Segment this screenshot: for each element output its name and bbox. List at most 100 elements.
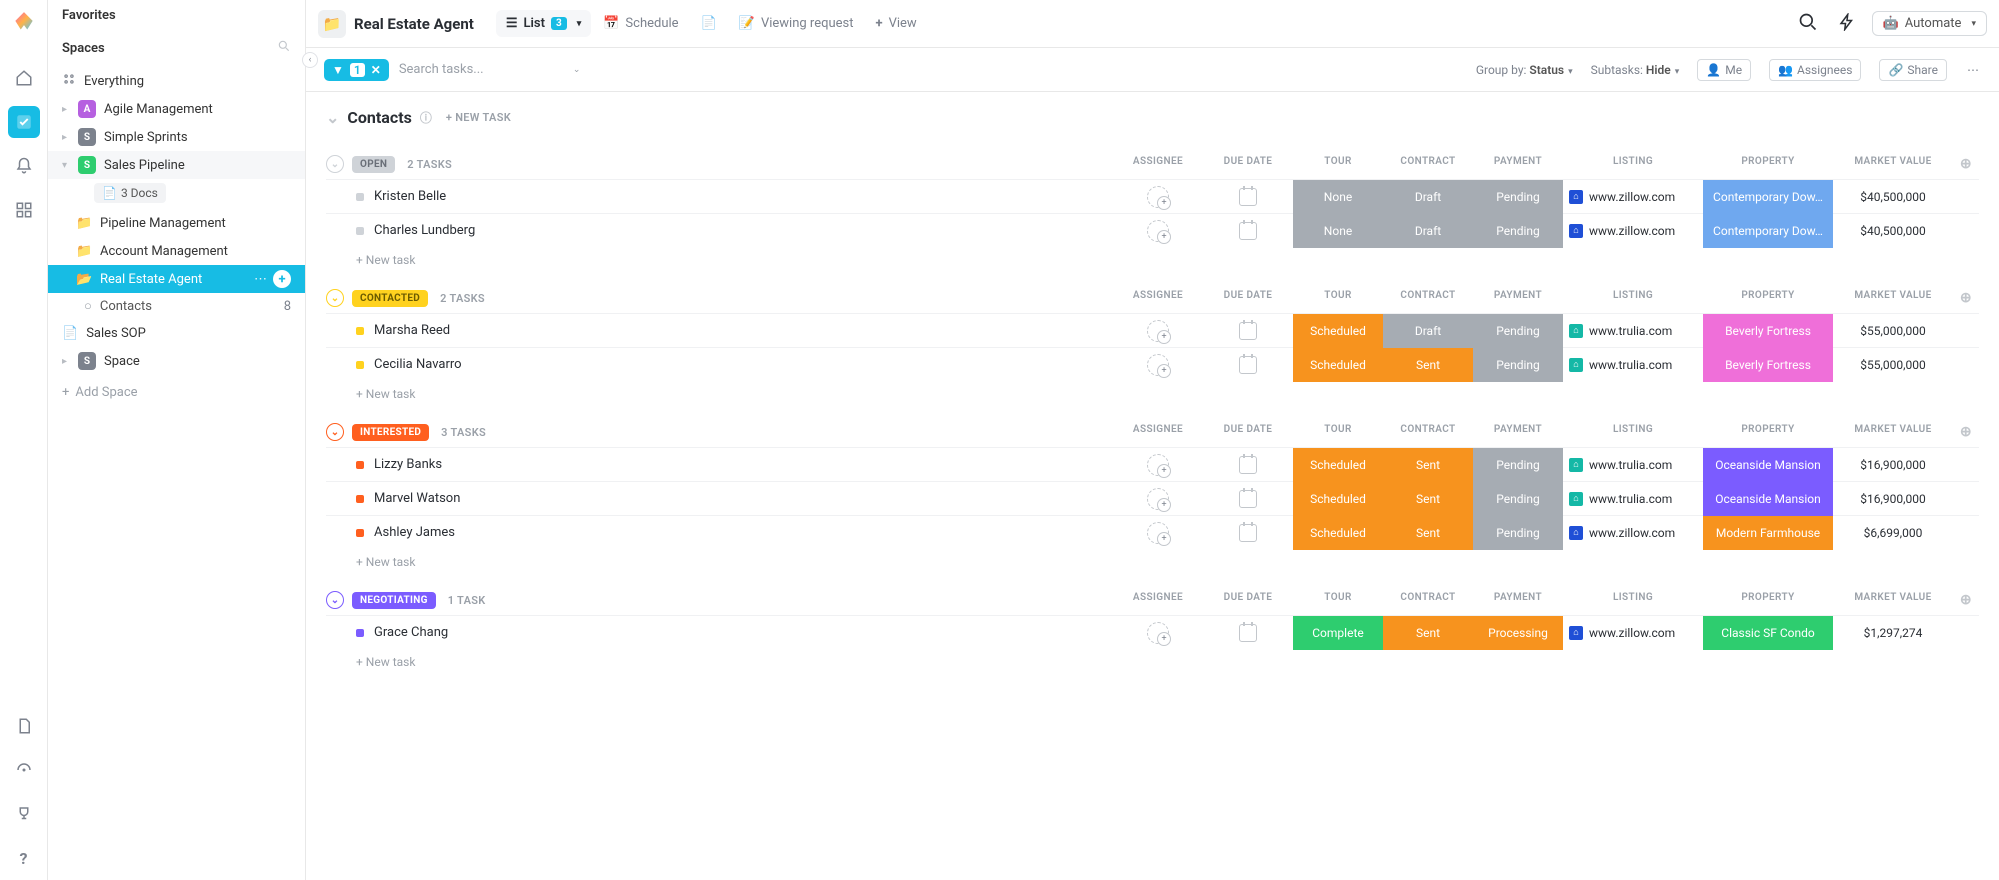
cell-assignee[interactable] <box>1113 516 1203 550</box>
apps-icon[interactable] <box>8 194 40 226</box>
app-logo[interactable] <box>11 10 37 36</box>
add-column-button[interactable]: ⊕ <box>1953 592 1979 608</box>
favorites-section[interactable]: Favorites <box>48 0 305 31</box>
cell-contract[interactable]: Sent <box>1383 448 1473 482</box>
task-row[interactable]: Lizzy Banks Scheduled Sent Pending ⌂www.… <box>326 447 1979 481</box>
tasks-icon[interactable] <box>8 106 40 138</box>
calendar-icon[interactable] <box>1239 356 1257 374</box>
task-name[interactable]: Charles Lundberg <box>374 223 475 238</box>
cell-payment[interactable]: Pending <box>1473 180 1563 214</box>
cell-payment[interactable]: Pending <box>1473 314 1563 348</box>
sidebar-folder-realestate[interactable]: 📂 Real Estate Agent ⋯ + <box>48 265 305 293</box>
group-toggle[interactable]: ⌄ <box>326 423 344 441</box>
cell-listing[interactable]: ⌂www.zillow.com <box>1563 616 1703 650</box>
calendar-icon[interactable] <box>1239 188 1257 206</box>
assignee-placeholder-icon[interactable] <box>1147 522 1169 544</box>
cell-contract[interactable]: Sent <box>1383 348 1473 382</box>
calendar-icon[interactable] <box>1239 490 1257 508</box>
new-task-row[interactable]: + New task <box>326 381 1979 407</box>
status-pill[interactable]: NEGOTIATING <box>352 592 436 609</box>
cell-tour[interactable]: None <box>1293 214 1383 248</box>
add-icon[interactable]: + <box>273 270 291 288</box>
cell-value[interactable]: $55,000,000 <box>1833 314 1953 348</box>
cell-payment[interactable]: Pending <box>1473 448 1563 482</box>
add-column-button[interactable]: ⊕ <box>1953 290 1979 306</box>
new-task-button[interactable]: + NEW TASK <box>446 111 511 124</box>
trophy-icon[interactable] <box>8 798 40 830</box>
cell-due[interactable] <box>1203 348 1293 382</box>
cell-due[interactable] <box>1203 214 1293 248</box>
assignees-button[interactable]: 👥Assignees <box>1769 59 1861 81</box>
view-tab-doc[interactable]: 📄 <box>691 10 727 37</box>
cell-contract[interactable]: Sent <box>1383 516 1473 550</box>
bolt-icon[interactable] <box>1834 9 1860 39</box>
task-name[interactable]: Ashley James <box>374 525 455 540</box>
pulse-icon[interactable] <box>8 754 40 786</box>
cell-payment[interactable]: Pending <box>1473 482 1563 516</box>
notifications-icon[interactable] <box>8 150 40 182</box>
info-icon[interactable]: ⓘ <box>420 109 432 126</box>
group-toggle[interactable]: ⌄ <box>326 591 344 609</box>
docs-badge[interactable]: 📄3 Docs <box>94 183 166 203</box>
cell-contract[interactable]: Sent <box>1383 482 1473 516</box>
cell-value[interactable]: $40,500,000 <box>1833 180 1953 214</box>
cell-property[interactable]: Beverly Fortress <box>1703 314 1833 348</box>
cell-assignee[interactable] <box>1113 448 1203 482</box>
task-name[interactable]: Grace Chang <box>374 625 448 640</box>
doc-icon[interactable] <box>8 710 40 742</box>
cell-contract[interactable]: Draft <box>1383 314 1473 348</box>
cell-payment[interactable]: Processing <box>1473 616 1563 650</box>
cell-property[interactable]: Modern Farmhouse <box>1703 516 1833 550</box>
cell-tour[interactable]: Scheduled <box>1293 348 1383 382</box>
view-tab-add[interactable]: +View <box>866 10 927 37</box>
cell-listing[interactable]: ⌂www.zillow.com <box>1563 214 1703 248</box>
subtasks-control[interactable]: Subtasks: Hide▾ <box>1591 63 1680 77</box>
task-name[interactable]: Lizzy Banks <box>374 457 442 472</box>
task-row[interactable]: Charles Lundberg None Draft Pending ⌂www… <box>326 213 1979 247</box>
status-pill[interactable]: CONTACTED <box>352 290 428 307</box>
home-icon[interactable] <box>8 62 40 94</box>
sidebar-item-sales-pipeline[interactable]: ▾SSales Pipeline <box>48 151 305 179</box>
cell-value[interactable]: $55,000,000 <box>1833 348 1953 382</box>
calendar-icon[interactable] <box>1239 624 1257 642</box>
view-tab-schedule[interactable]: 📅Schedule <box>593 10 688 37</box>
add-column-button[interactable]: ⊕ <box>1953 156 1979 172</box>
cell-due[interactable] <box>1203 448 1293 482</box>
assignee-placeholder-icon[interactable] <box>1147 186 1169 208</box>
cell-listing[interactable]: ⌂www.trulia.com <box>1563 448 1703 482</box>
cell-assignee[interactable] <box>1113 348 1203 382</box>
task-name[interactable]: Marsha Reed <box>374 323 450 338</box>
cell-listing[interactable]: ⌂www.zillow.com <box>1563 516 1703 550</box>
collapse-icon[interactable]: ⌄ <box>326 108 339 127</box>
cell-payment[interactable]: Pending <box>1473 348 1563 382</box>
view-tab-list[interactable]: ☰List3▾ <box>496 10 591 37</box>
cell-tour[interactable]: Scheduled <box>1293 314 1383 348</box>
sidebar-item-space[interactable]: ▸SSpace <box>48 347 305 375</box>
search-input[interactable]: Search tasks... <box>399 62 559 77</box>
breadcrumb[interactable]: 📁 Real Estate Agent <box>318 10 474 38</box>
calendar-icon[interactable] <box>1239 222 1257 240</box>
cell-value[interactable]: $1,297,274 <box>1833 616 1953 650</box>
cell-tour[interactable]: None <box>1293 180 1383 214</box>
cell-due[interactable] <box>1203 616 1293 650</box>
cell-assignee[interactable] <box>1113 214 1203 248</box>
search-icon[interactable] <box>277 39 291 57</box>
cell-contract[interactable]: Draft <box>1383 214 1473 248</box>
chevron-down-icon[interactable]: ⌄ <box>573 65 581 75</box>
new-task-row[interactable]: + New task <box>326 549 1979 575</box>
status-pill[interactable]: OPEN <box>352 156 395 173</box>
task-name[interactable]: Kristen Belle <box>374 189 446 204</box>
cell-property[interactable]: Contemporary Dow… <box>1703 180 1833 214</box>
sidebar-item-agile[interactable]: ▸AAgile Management <box>48 95 305 123</box>
task-row[interactable]: Ashley James Scheduled Sent Pending ⌂www… <box>326 515 1979 549</box>
sidebar-item-sprints[interactable]: ▸SSimple Sprints <box>48 123 305 151</box>
cell-value[interactable]: $16,900,000 <box>1833 482 1953 516</box>
task-row[interactable]: Kristen Belle None Draft Pending ⌂www.zi… <box>326 179 1979 213</box>
assignee-placeholder-icon[interactable] <box>1147 320 1169 342</box>
assignee-placeholder-icon[interactable] <box>1147 622 1169 644</box>
cell-tour[interactable]: Scheduled <box>1293 448 1383 482</box>
filter-chip[interactable]: ▼1✕ <box>324 59 389 81</box>
sidebar-everything[interactable]: Everything <box>48 67 305 95</box>
cell-due[interactable] <box>1203 180 1293 214</box>
sidebar-folder-account[interactable]: 📁Account Management <box>48 237 305 265</box>
